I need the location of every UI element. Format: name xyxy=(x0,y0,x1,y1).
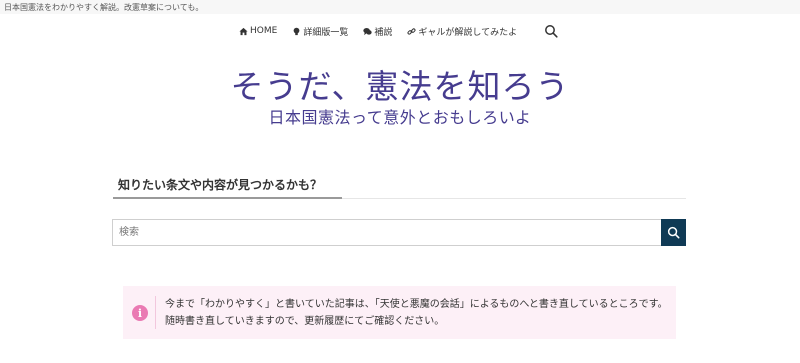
nav-item-detail-list-label: 詳細版一覧 xyxy=(303,27,349,38)
nav-item-gal-explains-label: ギャルが解説してみたよ xyxy=(418,27,518,38)
site-title[interactable]: そうだ、憲法を知ろう xyxy=(0,60,800,108)
notice-box: i 今まで「わかりやすく」と書いていた記事は、「天使と悪魔の会話」によるものへと… xyxy=(123,286,676,339)
tagline-bar: 日本国憲法をわかりやすく解説。改憲草案についても。 xyxy=(0,0,800,14)
search-input[interactable] xyxy=(113,220,661,245)
search-section-heading: 知りたい条文や内容が見つかるかも？ xyxy=(118,178,323,192)
link-icon xyxy=(406,26,416,36)
site-tagline: 日本国憲法をわかりやすく解説。改憲草案についても。 xyxy=(4,3,204,12)
nav-item-detail-list[interactable]: 詳細版一覧 xyxy=(291,25,348,38)
global-nav: HOME 詳細版一覧 補説 ギャルが解説してみたよ xyxy=(238,22,531,40)
search-icon xyxy=(667,226,680,239)
nav-item-home-label: HOME xyxy=(250,26,278,36)
nav-item-home[interactable]: HOME xyxy=(238,26,277,36)
heading-divider-accent xyxy=(113,197,342,199)
notice-text: 今まで「わかりやすく」と書いていた記事は、「天使と悪魔の会話」によるものへと書き… xyxy=(165,299,668,327)
lightbulb-icon xyxy=(291,26,301,36)
site-subtitle: 日本国憲法って意外とおもしろいよ xyxy=(268,108,532,127)
search-submit-button[interactable] xyxy=(661,219,686,246)
home-icon xyxy=(238,26,248,36)
search-icon xyxy=(545,25,558,38)
notice-divider xyxy=(155,296,156,329)
speech-bubble-icon xyxy=(362,26,372,36)
nav-item-supplement[interactable]: 補説 xyxy=(362,25,392,38)
search-box xyxy=(112,219,661,246)
nav-item-supplement-label: 補説 xyxy=(374,27,393,38)
info-icon: i xyxy=(132,305,148,321)
nav-item-gal-explains[interactable]: ギャルが解説してみたよ xyxy=(406,25,517,38)
nav-search-button[interactable] xyxy=(544,23,558,38)
